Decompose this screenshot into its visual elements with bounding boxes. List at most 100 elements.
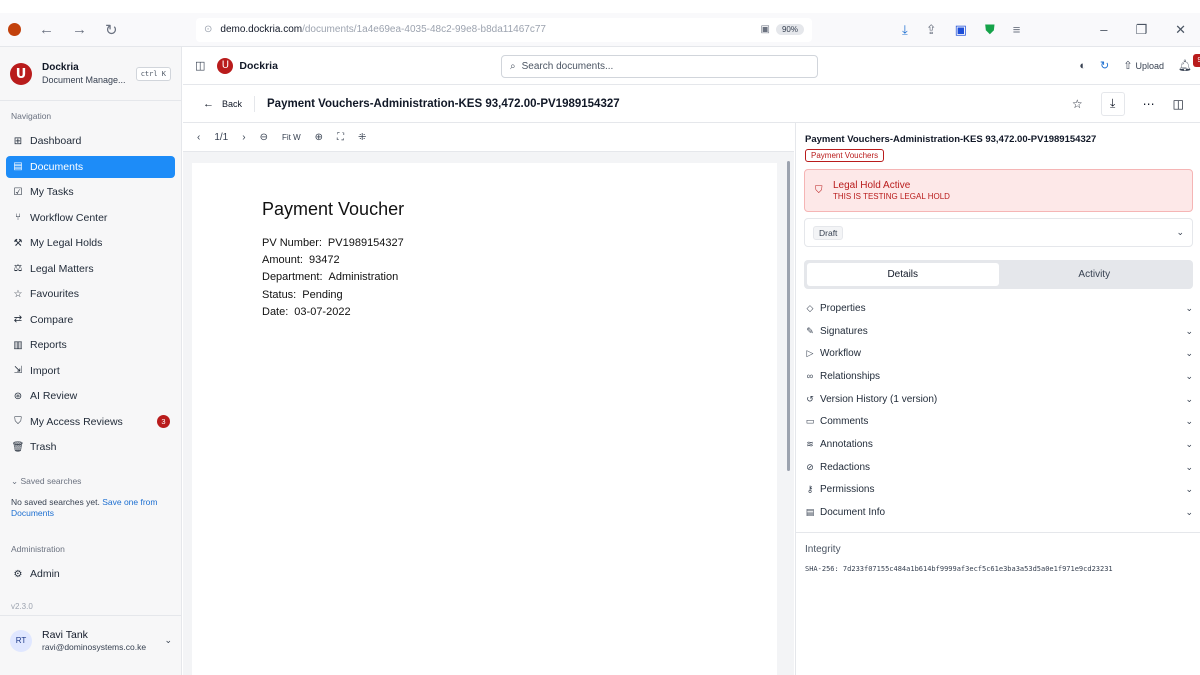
legal-hold-note: THIS IS TESTING LEGAL HOLD: [833, 192, 950, 201]
address-bar[interactable]: ⊙ demo.dockria.com/documents/1a4e69ea-40…: [196, 17, 812, 42]
zoom-level[interactable]: 90%: [775, 24, 804, 35]
browser-reload-icon[interactable]: ↻: [105, 21, 118, 39]
search-input[interactable]: ⌕ Search documents...: [501, 55, 818, 78]
voucher-field-value: Administration: [328, 271, 399, 284]
section-relationships[interactable]: ∞ Relationships ⌄: [804, 365, 1193, 388]
voucher-field-label: Department:: [262, 271, 323, 284]
back-button[interactable]: ← Back: [203, 98, 242, 110]
sidebar-item-documents[interactable]: ▤ Documents: [6, 155, 175, 178]
downloads-icon[interactable]: ⤓: [902, 22, 908, 38]
section-comments[interactable]: ▭ Comments ⌄: [804, 410, 1193, 433]
fit-width-button[interactable]: Fit W: [282, 133, 301, 142]
sidebar-item-ai-review[interactable]: ⊛ AI Review: [6, 385, 175, 407]
section-properties[interactable]: ◇ Properties ⌄: [804, 297, 1193, 320]
fullscreen-icon[interactable]: ⛶: [337, 132, 344, 143]
shield-check-icon: ⛉: [14, 416, 22, 427]
section-workflow[interactable]: ▷ Workflow ⌄: [804, 342, 1193, 365]
sidebar-item-favourites[interactable]: ☆ Favourites: [6, 283, 175, 305]
browser-profile-icon[interactable]: [8, 23, 21, 36]
next-page-icon[interactable]: ›: [242, 132, 245, 143]
tab-activity[interactable]: Activity: [999, 263, 1191, 286]
browser-forward-icon[interactable]: →: [72, 21, 87, 38]
legal-hold-alert: ⛉ Legal Hold Active THIS IS TESTING LEGA…: [804, 169, 1193, 212]
voucher-field-label: PV Number:: [262, 237, 322, 249]
signature-icon: ✎: [806, 325, 814, 336]
sidebar-item-reports[interactable]: ▥ Reports: [6, 334, 175, 356]
viewer-scrollbar[interactable]: [787, 161, 790, 471]
sidebar-item-my-tasks[interactable]: ☑ My Tasks: [6, 181, 175, 203]
close-window-icon[interactable]: ✕: [1175, 22, 1186, 38]
header-app-name: Dockria: [239, 59, 278, 72]
integrity-hash: SHA-256: 7d233f07155c484a1b614bf9999af3e…: [805, 565, 1113, 573]
section-document-info[interactable]: ▤ Document Info ⌄: [804, 501, 1193, 524]
saved-searches-empty: No saved searches yet. Save one from Doc…: [11, 497, 158, 518]
toggle-panel-icon[interactable]: ◫: [1173, 97, 1184, 111]
section-permissions[interactable]: ⚷ Permissions ⌄: [804, 479, 1193, 502]
upload-button[interactable]: ⇧ Upload: [1123, 59, 1164, 72]
zoom-out-icon[interactable]: ⊖: [260, 132, 268, 143]
sidebar-item-compare[interactable]: ⇄ Compare: [6, 309, 175, 331]
chevron-down-icon: ⌄: [1185, 393, 1193, 404]
sidebar-item-import[interactable]: ⇲ Import: [6, 360, 175, 382]
app-name: Dockria: [42, 61, 79, 73]
document-page: Payment Voucher PV Number: PV1989154327 Am…: [192, 163, 777, 675]
shield-icon: ⛉: [815, 185, 823, 196]
voucher-heading: Payment Voucher: [262, 199, 405, 219]
sidebar-item-trash[interactable]: 🗑 Trash: [6, 436, 175, 458]
minimize-icon[interactable]: –: [1100, 22, 1107, 38]
user-menu[interactable]: RT Ravi Tank ravi@dominosystems.co.ke ⌄: [0, 615, 182, 665]
sidebar-item-label: My Tasks: [30, 186, 74, 198]
section-annotations[interactable]: ≋ Annotations ⌄: [804, 433, 1193, 456]
url-path: /documents/1a4e69ea-4035-48c2-99e8-b8da1…: [302, 24, 546, 35]
section-label: Version History (1 version): [820, 393, 938, 405]
tab-details[interactable]: Details: [807, 263, 999, 286]
share-icon[interactable]: ⇪: [926, 22, 937, 38]
section-redactions[interactable]: ⊘ Redactions ⌄: [804, 456, 1193, 479]
header-logo-icon[interactable]: ᑌ: [217, 57, 234, 74]
category-tag[interactable]: Payment Vouchers: [805, 149, 885, 162]
restore-icon[interactable]: ❐: [1135, 22, 1147, 38]
sidebar-item-legal-matters[interactable]: ⚖ Legal Matters: [6, 258, 175, 280]
voucher-field-value: Pending: [302, 288, 343, 301]
app-logo-icon[interactable]: ᑌ: [10, 62, 32, 85]
download-button[interactable]: ⤓: [1100, 91, 1125, 116]
top-strip: [0, 0, 1200, 13]
panel-tabs: Details Activity: [804, 260, 1193, 289]
divider: [254, 95, 256, 112]
sidebar-item-label: Compare: [30, 313, 74, 326]
count-badge: 3: [157, 415, 170, 428]
status-select[interactable]: Draft ⌄: [804, 218, 1193, 247]
theme-toggle-icon[interactable]: ◐: [1079, 60, 1086, 72]
sidebar-item-workflow-center[interactable]: ⑂ Workflow Center: [6, 207, 175, 229]
prev-page-icon[interactable]: ‹: [197, 132, 200, 143]
toggle-sidebar-icon[interactable]: ◫: [195, 59, 205, 72]
search-placeholder: Search documents...: [521, 61, 614, 72]
site-info-icon[interactable]: ⊙: [204, 24, 212, 35]
key-icon: ⚷: [806, 484, 814, 495]
sync-icon[interactable]: ↻: [1100, 59, 1109, 72]
gavel-icon: ⚒: [13, 237, 23, 249]
chevron-down-icon: ⌄: [1185, 484, 1193, 495]
sidebar-item-label: My Access Reviews: [30, 415, 123, 428]
more-options-icon[interactable]: ⋯: [1143, 97, 1155, 111]
notifications-button[interactable]: 🔔︎ 9: [1178, 54, 1200, 72]
sidebar: ᑌ Dockria Document Manage... ctrl K Navi…: [0, 47, 182, 675]
section-signatures[interactable]: ✎ Signatures ⌄: [804, 320, 1193, 343]
saved-searches-toggle[interactable]: ⌄ Saved searches: [0, 476, 182, 487]
sidebar-item-admin[interactable]: ⚙ Admin: [6, 563, 176, 585]
sidebar-item-my-legal-holds[interactable]: ⚒ My Legal Holds: [6, 232, 175, 254]
sidebar-item-label: Legal Matters: [30, 262, 94, 275]
sidebar-item-my-access-reviews[interactable]: ⛉ My Access Reviews 3: [6, 411, 175, 433]
command-shortcut[interactable]: ctrl K: [135, 66, 171, 81]
browser-back-icon[interactable]: ←: [39, 21, 54, 38]
extension-icon[interactable]: ▣: [955, 22, 967, 38]
favourite-star-icon[interactable]: ☆: [1072, 97, 1083, 111]
reader-mode-icon[interactable]: ▣: [761, 24, 770, 35]
browser-menu-icon[interactable]: ≡: [1013, 22, 1021, 37]
sidebar-item-dashboard[interactable]: ⊞ Dashboard: [6, 130, 175, 152]
fit-page-icon[interactable]: ⁜: [358, 132, 366, 143]
zoom-in-icon[interactable]: ⊕: [315, 132, 323, 143]
shield-extension-icon[interactable]: ⛊: [985, 22, 995, 38]
section-version-history-1-version[interactable]: ↺ Version History (1 version) ⌄: [804, 388, 1193, 411]
scale-icon: ⚖: [13, 263, 23, 274]
